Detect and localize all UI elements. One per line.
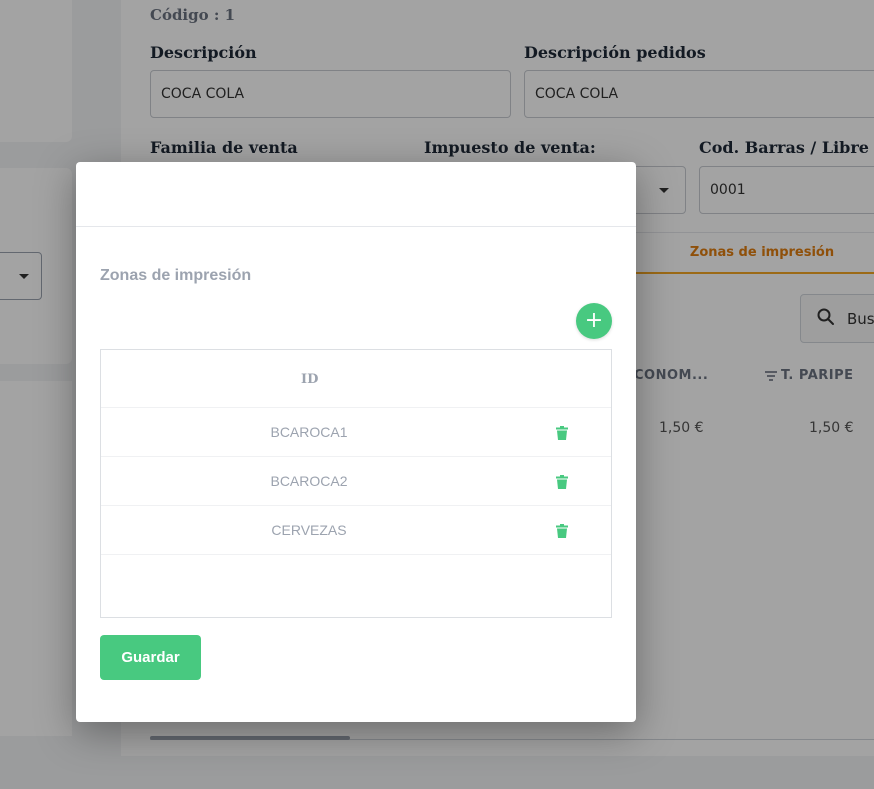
zone-id: CERVEZAS (271, 522, 347, 538)
trash-icon[interactable] (556, 524, 568, 538)
table-row: BCAROCA2 (101, 456, 611, 505)
table-row: BCAROCA1 (101, 407, 611, 456)
add-zone-button[interactable]: + (576, 303, 612, 339)
trash-icon[interactable] (556, 426, 568, 440)
zonas-impresion-modal: Zonas de impresión + ID BCAROCA1 BCAROCA… (76, 162, 636, 722)
table-row-empty (101, 554, 611, 618)
zones-table: ID BCAROCA1 BCAROCA2 CERVEZAS (100, 349, 612, 618)
zone-id: BCAROCA2 (270, 473, 348, 489)
save-button[interactable]: Guardar (100, 635, 201, 680)
trash-icon[interactable] (556, 475, 568, 489)
modal-header (76, 162, 636, 227)
id-column-header: ID (301, 372, 319, 387)
zone-id: BCAROCA1 (270, 424, 348, 440)
modal-title: Zonas de impresión (100, 267, 252, 284)
table-row: CERVEZAS (101, 505, 611, 554)
